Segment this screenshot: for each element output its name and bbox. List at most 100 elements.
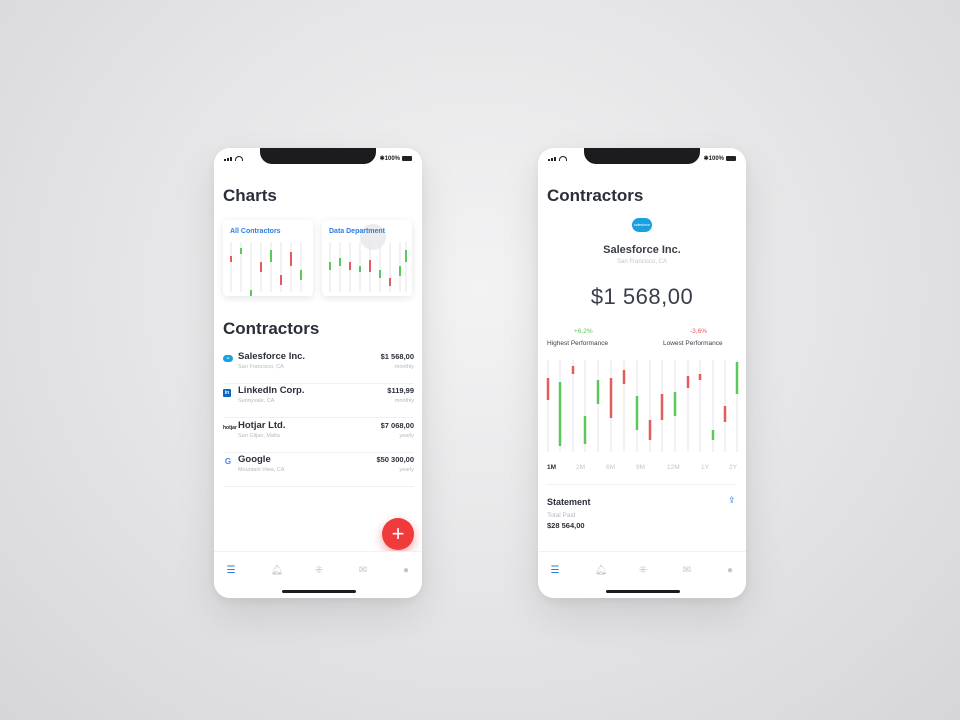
chart-card-all-contractors[interactable]: All Contractors [223,220,313,296]
phone-contractor-detail-screen: ✱100% Contractors salesforce Salesforce … [538,148,746,598]
lowest-performance-label: Lowest Performance [663,340,723,347]
mail-icon[interactable]: ✉ [680,564,694,578]
contractor-name: Hotjar Ltd. [238,420,286,431]
range-tab-6m[interactable]: 6M [606,464,615,471]
linkedin-logo: in [223,389,231,397]
candle-body [260,262,262,272]
divider [547,484,737,485]
statement-title: Statement [547,497,591,507]
list-item[interactable]: hotjar Hotjar Ltd. San Giljan, Malta $7 … [223,419,414,453]
candle-body [686,376,690,388]
candle-body [660,394,664,420]
notch [584,148,700,164]
grid-icon[interactable]: ⁜ [636,564,650,578]
range-tab-2y[interactable]: 2Y [729,464,737,471]
candle-body [546,378,550,400]
grid-icon[interactable]: ⁜ [312,564,326,578]
list-item[interactable]: G Google Mountain View, CA $50 300,00 ye… [223,453,414,487]
home-indicator [606,590,680,593]
range-tab-12m[interactable]: 12M [667,464,680,471]
candle-body [240,248,242,254]
contractors-title: Contractors [223,319,320,338]
list-item[interactable]: sf Salesforce Inc. San Francisco, CA $1 … [223,350,414,384]
candle-body [635,396,639,430]
wifi-icon [235,156,243,161]
range-tab-2m[interactable]: 2M [576,464,585,471]
candle-body [571,366,575,374]
contractor-location: Mountain View, CA [238,467,285,473]
share-icon[interactable]: ⇪ [728,496,737,505]
candle-body [379,270,381,278]
salesforce-logo: sf [223,355,233,362]
contractor-amount: $119,99 [387,386,414,395]
notch [260,148,376,164]
highest-performance-label: Highest Performance [547,340,609,347]
status-signal [224,155,243,161]
add-contractor-button[interactable]: + [382,518,414,550]
phone-charts-screen: ✱100% Charts All Contractors Data Depart… [214,148,422,598]
battery-percent: 100% [708,156,724,162]
bell-icon[interactable]: 🔔︎ [270,564,284,578]
candle-body [359,266,361,272]
candle-body [609,378,613,418]
battery-icon [402,155,412,161]
contractor-name: Google [238,454,271,465]
candle-body [648,420,652,440]
candle-body [290,252,292,266]
candle-body [622,370,626,384]
candle-body [389,278,391,286]
range-tab-1y[interactable]: 1Y [701,464,709,471]
battery-icon [726,155,736,161]
user-icon[interactable]: ● [723,564,737,578]
candle-body [405,250,407,262]
divider [223,486,414,487]
hotjar-logo: hotjar [223,425,237,431]
candle-body [230,256,232,262]
contractor-name: Salesforce Inc. [238,351,306,362]
bell-icon[interactable]: 🔔︎ [594,564,608,578]
chart-card-data-department[interactable]: Data Department [322,220,412,296]
contractor-period: yearly [399,433,414,439]
charts-title: Charts [223,186,277,205]
candle-body [723,406,727,422]
range-tab-1m[interactable]: 1M [547,464,556,471]
contractor-amount: $1 568,00 [380,352,414,361]
list-icon[interactable]: ☰ [221,561,241,581]
mail-icon[interactable]: ✉ [356,564,370,578]
candle-body [596,380,600,404]
google-logo: G [224,457,232,466]
contractor-name: LinkedIn Corp. [238,385,305,396]
chart-card-title: Data Department [329,228,386,235]
contractor-amount: $7 068,00 [380,421,414,430]
candle-body [673,392,677,416]
list-item[interactable]: in LinkedIn Corp. Sunnyvale, CA $119,99 … [223,384,414,418]
candle-body [399,266,401,276]
contract-amount: $1 568,00 [590,284,694,309]
salesforce-logo: salesforce [632,218,652,232]
candle-body [339,258,341,266]
candle-body [698,374,702,380]
candle-body [280,275,282,285]
range-tab-9m[interactable]: 9M [636,464,645,471]
candle-body [369,260,371,272]
company-location: San Francisco, CA [616,259,668,265]
user-icon[interactable]: ● [399,564,413,578]
contractor-location: San Francisco, CA [238,364,284,370]
lowest-performance-value: -3,6% [690,328,707,335]
company-name: Salesforce Inc. [603,244,681,256]
candle-body [270,250,272,262]
total-paid-value: $28 564,00 [547,521,585,530]
candle-body [250,290,252,296]
list-icon[interactable]: ☰ [545,561,565,581]
contractor-period: monthly [394,398,414,404]
candle-body [558,382,562,446]
battery-percent: 100% [384,156,400,162]
candle-body [711,430,715,440]
status-battery: ✱100% [704,155,736,162]
divider [223,417,414,418]
home-indicator [282,590,356,593]
contractor-amount: $50 300,00 [376,455,414,464]
candle-body [583,416,587,444]
highest-performance-value: +6,2% [574,328,593,335]
contractor-period: yearly [399,467,414,473]
